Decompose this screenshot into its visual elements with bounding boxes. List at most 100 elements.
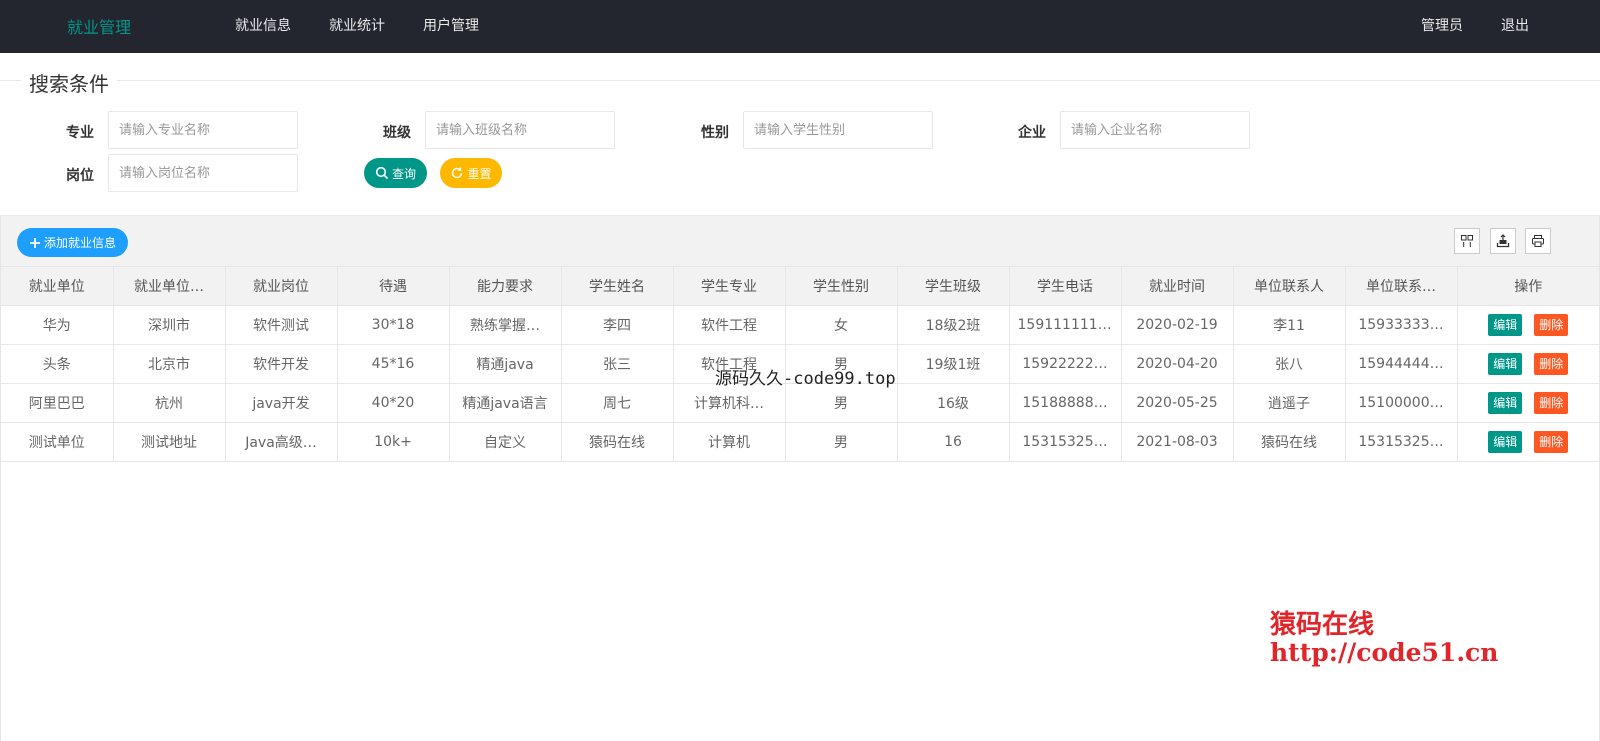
major-input[interactable] [108, 111, 298, 149]
edit-button[interactable]: 编辑 [1488, 352, 1523, 375]
delete-button[interactable]: 删除 [1534, 391, 1569, 414]
edit-button[interactable]: 编辑 [1488, 430, 1523, 453]
table-cell: 熟练掌握… [449, 305, 562, 345]
table-cell: 计算机 [673, 422, 786, 462]
position-input[interactable] [108, 154, 298, 192]
table-cell: 张八 [1233, 344, 1346, 384]
column-header[interactable]: 能力要求 [449, 267, 562, 306]
table-cell: 15315325… [1345, 422, 1458, 462]
search-fieldset-line [0, 80, 1600, 81]
center-watermark: 源码久久-code99.top [715, 369, 896, 389]
table-cell: 2020-04-20 [1121, 344, 1234, 384]
table-cell: 男 [785, 422, 898, 462]
table-cell: 15315325… [1009, 422, 1122, 462]
table-cell: 15922222… [1009, 344, 1122, 384]
table-cell: 张三 [561, 344, 674, 384]
query-button-label: 查询 [391, 166, 416, 181]
table-cell: 猿码在线 [561, 422, 674, 462]
company-label: 企业 [1018, 125, 1046, 141]
column-header[interactable]: 待遇 [337, 267, 450, 306]
major-label: 专业 [66, 125, 94, 141]
add-employment-label: 添加就业信息 [43, 236, 116, 250]
column-header[interactable]: 学生姓名 [561, 267, 674, 306]
column-header[interactable]: 学生专业 [673, 267, 786, 306]
column-header[interactable]: 单位联系… [1345, 267, 1458, 306]
refresh-icon [452, 167, 463, 179]
actions-cell: 编辑 删除 [1457, 383, 1599, 423]
add-employment-button[interactable]: 添加就业信息 [17, 228, 128, 257]
table-cell: 软件测试 [225, 305, 338, 345]
column-header[interactable]: 就业单位 [1, 267, 114, 306]
delete-button[interactable]: 删除 [1534, 430, 1569, 453]
table-row[interactable]: 华为 深圳市 软件测试 30*18 熟练掌握… 李四 软件工程女 18级2班 159111111… [1, 305, 1599, 345]
edit-button[interactable]: 编辑 [1488, 391, 1523, 414]
search-legend: 搜索条件 [21, 68, 117, 97]
table-cell: 40*20 [337, 383, 450, 423]
table-cell: 头条 [1, 344, 114, 384]
table-cell: 16 [897, 422, 1010, 462]
column-header[interactable]: 就业单位… [113, 267, 226, 306]
table-cell: 软件开发 [225, 344, 338, 384]
table-cell: 女 [785, 305, 898, 345]
table-cell: 2021-08-03 [1121, 422, 1234, 462]
table-cell: 李四 [561, 305, 674, 345]
export-icon[interactable] [1490, 228, 1516, 254]
class-input[interactable] [425, 111, 615, 149]
table-cell: 15933333… [1345, 305, 1458, 345]
app-logo[interactable]: 就业管理 [67, 14, 131, 38]
table-cell: 10k+ [337, 422, 450, 462]
table-cell: 周七 [561, 383, 674, 423]
table-cell: 猿码在线 [1233, 422, 1346, 462]
table-cell: 45*16 [337, 344, 450, 384]
edit-button[interactable]: 编辑 [1488, 313, 1523, 336]
table-cell: 精通java语言 [449, 383, 562, 423]
reset-button[interactable]: 重置 [440, 158, 502, 188]
table-toolbar: 添加就业信息 [1, 216, 1599, 267]
column-header[interactable]: 单位联系人 [1233, 267, 1346, 306]
table-cell: 19级1班 [897, 344, 1010, 384]
table-cell: 15188888… [1009, 383, 1122, 423]
brand-watermark: 猿码在线 [1270, 610, 1375, 640]
user-menu[interactable]: 管理员 [1421, 15, 1463, 35]
table-cell: 16级 [897, 383, 1010, 423]
table-cell: 2020-02-19 [1121, 305, 1234, 345]
query-button[interactable]: 查询 [364, 158, 427, 188]
column-header[interactable]: 就业时间 [1121, 267, 1234, 306]
column-header[interactable]: 学生电话 [1009, 267, 1122, 306]
delete-button[interactable]: 删除 [1534, 352, 1569, 375]
table-cell: 测试地址 [113, 422, 226, 462]
table-cell: 李11 [1233, 305, 1346, 345]
print-icon[interactable] [1525, 228, 1551, 254]
actions-cell: 编辑 删除 [1457, 344, 1599, 384]
table-header-row: 就业单位 就业单位… 就业岗位 待遇 能力要求 学生姓名 学生专业 学生性别 学… [1, 267, 1599, 306]
plus-icon [29, 237, 40, 248]
table-cell: 杭州 [113, 383, 226, 423]
columns-icon[interactable] [1454, 228, 1480, 254]
table-cell: Java高级… [225, 422, 338, 462]
table-cell: java开发 [225, 383, 338, 423]
column-header[interactable]: 学生班级 [897, 267, 1010, 306]
table-cell: 15911111111 [1009, 305, 1122, 345]
delete-button[interactable]: 删除 [1534, 313, 1569, 336]
nav-item-employment-stats[interactable]: 就业统计 [329, 15, 385, 35]
company-input[interactable] [1060, 111, 1250, 149]
table-cell: 北京市 [113, 344, 226, 384]
table-cell: 18级2班 [897, 305, 1010, 345]
table-cell: 阿里巴巴 [1, 383, 114, 423]
position-label: 岗位 [66, 168, 94, 184]
nav-item-employment-info[interactable]: 就业信息 [235, 15, 291, 35]
table-cell: 精通java [449, 344, 562, 384]
table-cell: 自定义 [449, 422, 562, 462]
column-header: 操作 [1457, 267, 1599, 306]
nav-item-user-management[interactable]: 用户管理 [423, 15, 479, 35]
table-cell: 逍遥子 [1233, 383, 1346, 423]
class-label: 班级 [383, 125, 411, 141]
gender-input[interactable] [743, 111, 933, 149]
table-row[interactable]: 测试单位 测试地址 Java高级… 10k+ 自定义 猿码在线 计算机男 16 15315325… [1, 422, 1599, 462]
gender-label: 性别 [701, 125, 729, 141]
column-header[interactable]: 学生性别 [785, 267, 898, 306]
logout-link[interactable]: 退出 [1501, 15, 1529, 35]
table-cell: 15944444… [1345, 344, 1458, 384]
table-cell: 深圳市 [113, 305, 226, 345]
column-header[interactable]: 就业岗位 [225, 267, 338, 306]
